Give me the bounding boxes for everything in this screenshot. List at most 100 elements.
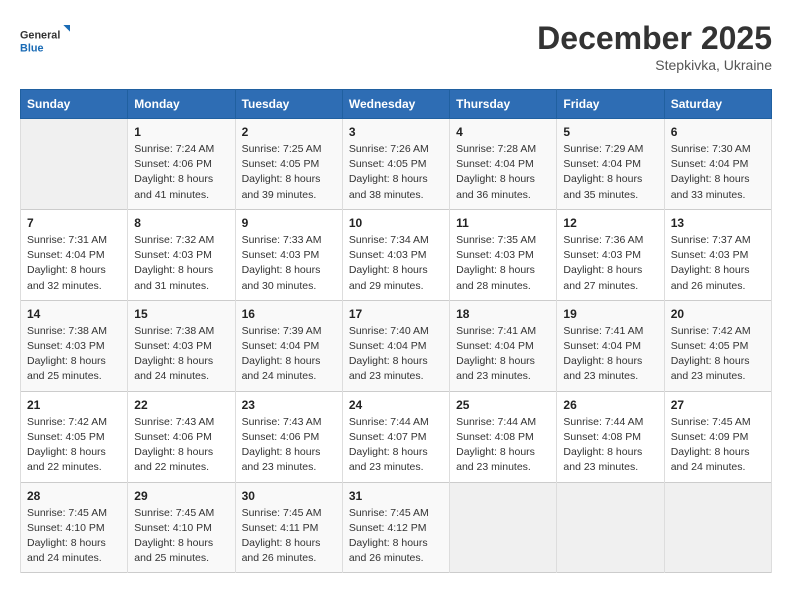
day-info: Sunrise: 7:44 AMSunset: 4:08 PMDaylight:… (456, 415, 550, 476)
day-number: 8 (134, 216, 228, 230)
day-number: 6 (671, 125, 765, 139)
day-cell: 10Sunrise: 7:34 AMSunset: 4:03 PMDayligh… (342, 209, 449, 300)
day-info: Sunrise: 7:31 AMSunset: 4:04 PMDaylight:… (27, 233, 121, 294)
day-cell: 26 Sunrise: 7:44 AMSunset: 4:08 PMDayligh… (557, 391, 664, 482)
day-number: 7 (27, 216, 121, 230)
day-cell: 28 Sunrise: 7:45 AMSunset: 4:10 PMDayligh… (21, 482, 128, 573)
week-row-4: 21 Sunrise: 7:42 AMSunset: 4:05 PMDayligh… (21, 391, 772, 482)
col-header-sunday: Sunday (21, 90, 128, 119)
logo-svg: General Blue (20, 20, 70, 60)
day-number: 24 (349, 398, 443, 412)
day-info: Sunrise: 7:33 AMSunset: 4:03 PMDaylight:… (242, 233, 336, 294)
col-header-friday: Friday (557, 90, 664, 119)
svg-text:General: General (20, 29, 60, 41)
month-title: December 2025 (537, 20, 772, 57)
day-number: 25 (456, 398, 550, 412)
day-info: Sunrise: 7:30 AMSunset: 4:04 PMDaylight:… (671, 142, 765, 203)
day-info: Sunrise: 7:40 AMSunset: 4:04 PMDaylight:… (349, 324, 443, 385)
day-info: Sunrise: 7:43 AMSunset: 4:06 PMDaylight:… (242, 415, 336, 476)
svg-text:Blue: Blue (20, 43, 43, 55)
day-number: 12 (563, 216, 657, 230)
logo: General Blue (20, 20, 70, 60)
day-cell: 25 Sunrise: 7:44 AMSunset: 4:08 PMDayligh… (450, 391, 557, 482)
day-number: 23 (242, 398, 336, 412)
location-subtitle: Stepkivka, Ukraine (537, 57, 772, 73)
day-cell: 31 Sunrise: 7:45 AMSunset: 4:12 PMDayligh… (342, 482, 449, 573)
day-number: 26 (563, 398, 657, 412)
col-header-saturday: Saturday (664, 90, 771, 119)
day-cell: 30 Sunrise: 7:45 AMSunset: 4:11 PMDayligh… (235, 482, 342, 573)
day-info: Sunrise: 7:36 AMSunset: 4:03 PMDaylight:… (563, 233, 657, 294)
day-info: Sunrise: 7:44 AMSunset: 4:07 PMDaylight:… (349, 415, 443, 476)
day-cell: 2 Sunrise: 7:25 AMSunset: 4:05 PMDaylight… (235, 119, 342, 210)
day-number: 31 (349, 489, 443, 503)
day-info: Sunrise: 7:45 AMSunset: 4:09 PMDaylight:… (671, 415, 765, 476)
day-cell: 16Sunrise: 7:39 AMSunset: 4:04 PMDayligh… (235, 300, 342, 391)
day-cell: 17Sunrise: 7:40 AMSunset: 4:04 PMDayligh… (342, 300, 449, 391)
day-info: Sunrise: 7:45 AMSunset: 4:10 PMDaylight:… (134, 506, 228, 567)
day-cell (21, 119, 128, 210)
day-info: Sunrise: 7:45 AMSunset: 4:11 PMDaylight:… (242, 506, 336, 567)
header-row: SundayMondayTuesdayWednesdayThursdayFrid… (21, 90, 772, 119)
day-cell: 9Sunrise: 7:33 AMSunset: 4:03 PMDaylight… (235, 209, 342, 300)
day-number: 20 (671, 307, 765, 321)
day-cell: 7 Sunrise: 7:31 AMSunset: 4:04 PMDaylight… (21, 209, 128, 300)
day-cell (557, 482, 664, 573)
week-row-1: 1 Sunrise: 7:24 AMSunset: 4:06 PMDaylight… (21, 119, 772, 210)
day-info: Sunrise: 7:42 AMSunset: 4:05 PMDaylight:… (27, 415, 121, 476)
day-cell: 4 Sunrise: 7:28 AMSunset: 4:04 PMDaylight… (450, 119, 557, 210)
week-row-3: 14Sunrise: 7:38 AMSunset: 4:03 PMDayligh… (21, 300, 772, 391)
day-cell: 11 Sunrise: 7:35 AMSunset: 4:03 PMDayligh… (450, 209, 557, 300)
day-cell: 23 Sunrise: 7:43 AMSunset: 4:06 PMDayligh… (235, 391, 342, 482)
day-cell: 21 Sunrise: 7:42 AMSunset: 4:05 PMDayligh… (21, 391, 128, 482)
day-info: Sunrise: 7:44 AMSunset: 4:08 PMDaylight:… (563, 415, 657, 476)
day-cell: 29Sunrise: 7:45 AMSunset: 4:10 PMDayligh… (128, 482, 235, 573)
day-info: Sunrise: 7:45 AMSunset: 4:12 PMDaylight:… (349, 506, 443, 567)
day-info: Sunrise: 7:25 AMSunset: 4:05 PMDaylight:… (242, 142, 336, 203)
day-number: 30 (242, 489, 336, 503)
day-info: Sunrise: 7:41 AMSunset: 4:04 PMDaylight:… (563, 324, 657, 385)
day-cell: 14Sunrise: 7:38 AMSunset: 4:03 PMDayligh… (21, 300, 128, 391)
day-cell: 6 Sunrise: 7:30 AMSunset: 4:04 PMDaylight… (664, 119, 771, 210)
day-cell: 19Sunrise: 7:41 AMSunset: 4:04 PMDayligh… (557, 300, 664, 391)
day-info: Sunrise: 7:35 AMSunset: 4:03 PMDaylight:… (456, 233, 550, 294)
day-info: Sunrise: 7:45 AMSunset: 4:10 PMDaylight:… (27, 506, 121, 567)
day-info: Sunrise: 7:28 AMSunset: 4:04 PMDaylight:… (456, 142, 550, 203)
day-number: 2 (242, 125, 336, 139)
col-header-monday: Monday (128, 90, 235, 119)
day-number: 21 (27, 398, 121, 412)
day-number: 13 (671, 216, 765, 230)
day-number: 11 (456, 216, 550, 230)
day-number: 15 (134, 307, 228, 321)
day-cell: 1 Sunrise: 7:24 AMSunset: 4:06 PMDaylight… (128, 119, 235, 210)
title-block: December 2025 Stepkivka, Ukraine (537, 20, 772, 73)
week-row-5: 28 Sunrise: 7:45 AMSunset: 4:10 PMDayligh… (21, 482, 772, 573)
day-cell: 8 Sunrise: 7:32 AMSunset: 4:03 PMDaylight… (128, 209, 235, 300)
col-header-thursday: Thursday (450, 90, 557, 119)
day-number: 27 (671, 398, 765, 412)
day-number: 1 (134, 125, 228, 139)
day-info: Sunrise: 7:39 AMSunset: 4:04 PMDaylight:… (242, 324, 336, 385)
day-number: 5 (563, 125, 657, 139)
col-header-wednesday: Wednesday (342, 90, 449, 119)
page-header: General Blue December 2025 Stepkivka, Uk… (20, 20, 772, 73)
day-number: 10 (349, 216, 443, 230)
day-info: Sunrise: 7:37 AMSunset: 4:03 PMDaylight:… (671, 233, 765, 294)
day-cell: 22Sunrise: 7:43 AMSunset: 4:06 PMDayligh… (128, 391, 235, 482)
day-info: Sunrise: 7:24 AMSunset: 4:06 PMDaylight:… (134, 142, 228, 203)
day-number: 4 (456, 125, 550, 139)
day-cell: 18Sunrise: 7:41 AMSunset: 4:04 PMDayligh… (450, 300, 557, 391)
day-cell (664, 482, 771, 573)
day-cell: 12 Sunrise: 7:36 AMSunset: 4:03 PMDayligh… (557, 209, 664, 300)
day-cell: 24 Sunrise: 7:44 AMSunset: 4:07 PMDayligh… (342, 391, 449, 482)
day-cell (450, 482, 557, 573)
day-cell: 27 Sunrise: 7:45 AMSunset: 4:09 PMDayligh… (664, 391, 771, 482)
day-info: Sunrise: 7:32 AMSunset: 4:03 PMDaylight:… (134, 233, 228, 294)
col-header-tuesday: Tuesday (235, 90, 342, 119)
day-number: 28 (27, 489, 121, 503)
week-row-2: 7 Sunrise: 7:31 AMSunset: 4:04 PMDaylight… (21, 209, 772, 300)
day-number: 14 (27, 307, 121, 321)
calendar-table: SundayMondayTuesdayWednesdayThursdayFrid… (20, 89, 772, 573)
day-info: Sunrise: 7:41 AMSunset: 4:04 PMDaylight:… (456, 324, 550, 385)
day-number: 3 (349, 125, 443, 139)
